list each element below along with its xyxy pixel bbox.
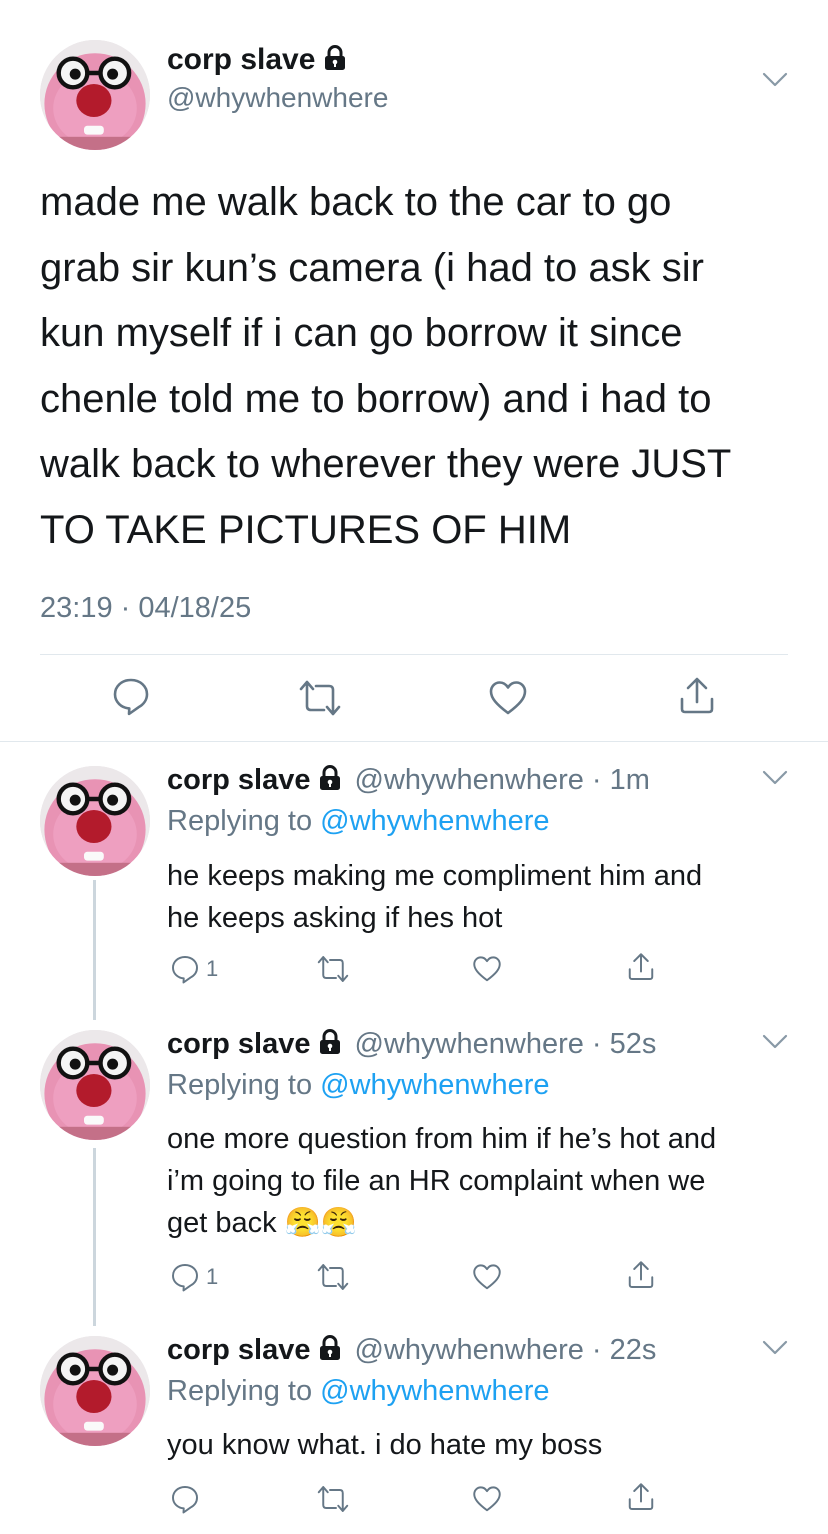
reply-header: corp slave @whywhenwhere · 1m [167,762,650,800]
retweet-icon [298,678,342,718]
tweet-line: TO TAKE PICTURES OF HIM [40,507,572,552]
replying-to-link[interactable]: @whywhenwhere [320,1375,549,1407]
tweet-text: made me walk back to the car to go grab … [40,170,800,563]
heart-icon [472,954,502,984]
thread-line [93,1148,96,1326]
reply-header: corp slave @whywhenwhere · 52s [167,1026,656,1064]
reply-button[interactable]: 1 [170,1262,218,1292]
reply-button[interactable] [170,1484,206,1514]
tweet-line: walk back to wherever they were JUST [40,442,732,486]
reply-icon [111,676,151,716]
chevron-down-icon[interactable] [762,1034,788,1050]
display-name[interactable]: corp slave [167,1028,310,1060]
avatar[interactable] [40,40,150,150]
reply-button[interactable]: 1 [170,954,218,984]
display-name[interactable]: corp slave [167,1334,310,1366]
reply-count: 1 [206,956,219,981]
replying-prefix: Replying to [167,1069,321,1101]
like-button[interactable] [472,954,502,984]
reply-icon [170,1484,200,1514]
like-button[interactable] [488,678,528,718]
reply-icon [170,1262,200,1292]
divider [0,741,828,742]
lock-icon [318,1028,342,1064]
share-button[interactable] [677,676,717,716]
handle-time[interactable]: @whywhenwhere · 22s [355,1334,657,1366]
reply-header: corp slave @whywhenwhere · 22s [167,1332,656,1370]
reply-text: he keeps making me compliment him and he… [167,855,807,939]
reply-line: get back [167,1207,277,1239]
reply-line: you know what. i do hate my boss [167,1429,603,1461]
share-button[interactable] [626,952,656,982]
replying-prefix: Replying to [167,805,321,837]
lock-icon [323,44,347,80]
tweet-line: grab sir kun’s camera (i had to ask sir [40,245,704,290]
share-button[interactable] [626,1482,656,1512]
lock-icon [318,1334,342,1370]
chevron-down-icon[interactable] [762,72,788,88]
retweet-button[interactable] [316,954,350,984]
replying-to-link[interactable]: @whywhenwhere [320,805,549,837]
reply-count: 1 [206,1264,219,1289]
replying-to: Replying to @whywhenwhere [167,1067,549,1103]
author-name-row[interactable]: corp slave [167,42,347,80]
like-button[interactable] [472,1484,502,1514]
share-button[interactable] [626,1260,656,1290]
tweet-line: kun myself if i can go borrow it since [40,311,683,355]
timestamp[interactable]: 23:19 · 04/18/25 [40,590,251,626]
replying-to: Replying to @whywhenwhere [167,803,549,839]
thread-line [93,880,96,1020]
lock-icon [318,764,342,800]
reply-line: he keeps making me compliment him and [167,860,703,892]
retweet-button[interactable] [316,1262,350,1292]
retweet-button[interactable] [298,678,342,718]
heart-icon [472,1484,502,1514]
share-icon [626,1482,656,1512]
chevron-down-icon[interactable] [762,1340,788,1356]
retweet-button[interactable] [316,1484,350,1514]
handle-time[interactable]: @whywhenwhere · 1m [355,764,650,796]
replying-prefix: Replying to [167,1375,321,1407]
divider [40,654,788,655]
heart-icon [488,678,528,718]
retweet-icon [316,1262,350,1292]
display-name[interactable]: corp slave [167,43,315,76]
share-icon [626,1260,656,1290]
avatar[interactable] [40,766,150,876]
reply-line: i’m going to file an HR complaint when w… [167,1165,706,1197]
reply-text: one more question from him if he’s hot a… [167,1118,807,1244]
tweet-line: made me walk back to the car to go [40,180,672,224]
avatar[interactable] [40,1030,150,1140]
like-button[interactable] [472,1262,502,1292]
heart-icon [472,1262,502,1292]
replying-to: Replying to @whywhenwhere [167,1373,549,1409]
share-icon [626,952,656,982]
reply-line: one more question from him if he’s hot a… [167,1123,717,1155]
reply-line-with-emoji: get back 😤😤 [167,1202,807,1244]
replying-to-link[interactable]: @whywhenwhere [320,1069,549,1101]
reply-line: he keeps asking if hes hot [167,902,503,934]
retweet-icon [316,954,350,984]
reply-icon [170,954,200,984]
reply-text: you know what. i do hate my boss [167,1424,807,1466]
handle-time[interactable]: @whywhenwhere · 52s [355,1028,657,1060]
handle[interactable]: @whywhenwhere [167,80,388,116]
display-name[interactable]: corp slave [167,764,310,796]
chevron-down-icon[interactable] [762,770,788,786]
reply-button[interactable] [111,676,151,716]
tweet-line: chenle told me to borrow) and i had to [40,376,712,421]
retweet-icon [316,1484,350,1514]
angry-emoji: 😤😤 [284,1207,357,1239]
avatar[interactable] [40,1336,150,1446]
share-icon [677,676,717,716]
